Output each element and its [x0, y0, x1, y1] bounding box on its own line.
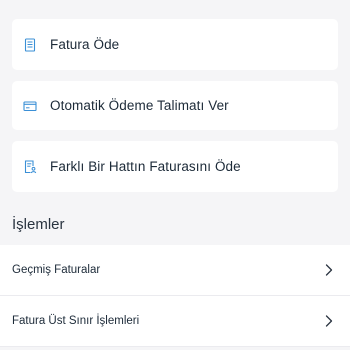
invoice-user-icon — [23, 159, 37, 174]
chevron-right-icon — [324, 314, 334, 328]
auto-payment-label: Otomatik Ödeme Talimatı Ver — [50, 98, 229, 113]
pay-other-line-button[interactable]: Farklı Bir Hattın Faturasını Öde — [12, 141, 338, 192]
pay-other-line-label: Farklı Bir Hattın Faturasını Öde — [50, 159, 241, 174]
list-item-past-bills[interactable]: Geçmiş Faturalar — [0, 245, 350, 296]
section-title: İşlemler — [12, 216, 65, 233]
pay-bill-label: Fatura Öde — [50, 37, 120, 52]
operations-list: Geçmiş Faturalar Fatura Üst Sınır İşleml… — [0, 245, 350, 347]
auto-payment-button[interactable]: Otomatik Ödeme Talimatı Ver — [12, 81, 338, 130]
credit-card-icon — [23, 99, 37, 113]
invoice-icon — [23, 37, 37, 52]
list-item-label: Geçmiş Faturalar — [12, 264, 101, 276]
list-item-label: Fatura Üst Sınır İşlemleri — [12, 315, 140, 327]
chevron-right-icon — [324, 263, 334, 277]
list-item-bill-limit[interactable]: Fatura Üst Sınır İşlemleri — [0, 296, 350, 347]
pay-bill-button[interactable]: Fatura Öde — [12, 19, 338, 70]
